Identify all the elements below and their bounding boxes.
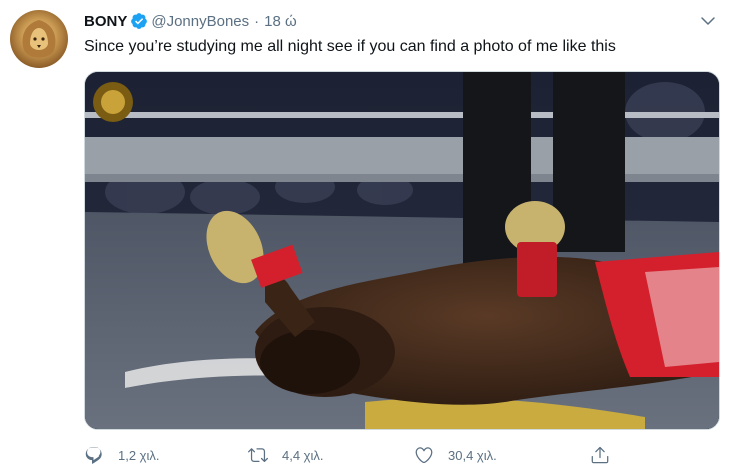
author-handle[interactable]: @JonnyBones (151, 13, 249, 30)
reply-count: 1,2 χιλ. (118, 447, 160, 463)
author-name[interactable]: BONY (84, 13, 127, 30)
reply-icon (85, 447, 102, 464)
separator-dot: · (254, 12, 260, 30)
tweet-timestamp[interactable]: 18 ώ (264, 13, 297, 30)
lion-avatar-icon (22, 20, 56, 58)
chevron-down-icon[interactable] (699, 12, 717, 30)
fight-photo-image (85, 72, 719, 429)
tweet-header: BONY @JonnyBones · 18 ώ (84, 11, 297, 31)
share-icon (591, 446, 609, 464)
retweet-icon (248, 448, 268, 463)
retweet-count: 4,4 χιλ. (282, 447, 324, 463)
share-button[interactable] (590, 440, 610, 470)
reply-button[interactable]: 1,2 χιλ. (84, 440, 160, 470)
tweet-actions: 1,2 χιλ. 4,4 χιλ. 30,4 χιλ. (84, 440, 644, 470)
tweet-text: Since you’re studying me all night see i… (84, 38, 616, 55)
like-button[interactable]: 30,4 χιλ. (414, 440, 497, 470)
author-avatar[interactable] (10, 10, 68, 68)
verified-badge-icon (131, 13, 148, 29)
retweet-button[interactable]: 4,4 χιλ. (248, 440, 324, 470)
tweet-photo[interactable] (84, 71, 720, 430)
heart-icon (415, 447, 433, 464)
like-count: 30,4 χιλ. (448, 447, 497, 463)
